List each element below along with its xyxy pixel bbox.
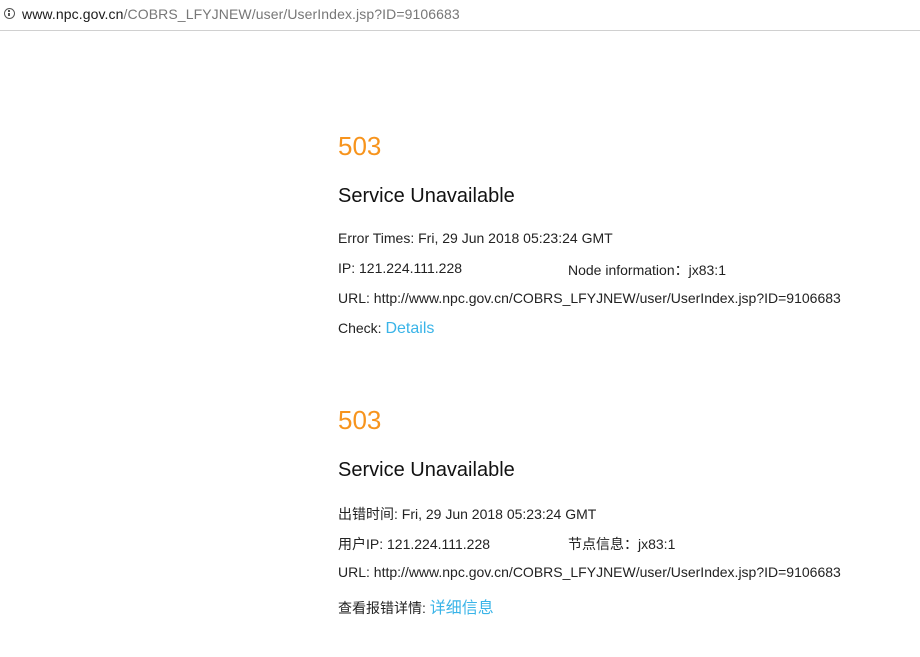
node-value: jx83:1 <box>688 262 726 278</box>
error-title: Service Unavailable <box>338 185 515 207</box>
error-time-label: 出错时间: <box>338 506 398 522</box>
url-host: www.npc.gov.cn <box>22 6 124 22</box>
check-line: 查看报错详情: 详细信息 <box>338 594 494 618</box>
ip-value: 121.224.111.228 <box>387 536 491 552</box>
ip-line: 用户IP: 121.224.111.228 节点信息：jx83:1 <box>338 534 675 554</box>
ip-value: 121.224.111.228 <box>359 260 463 276</box>
node-info: Node information：jx83:1 <box>568 260 726 280</box>
details-link[interactable]: Details <box>385 320 434 337</box>
node-label: Node information： <box>568 262 689 278</box>
check-label: 查看报错详情: <box>338 600 426 616</box>
url-text[interactable]: www.npc.gov.cn/COBRS_LFYJNEW/user/UserIn… <box>22 6 460 22</box>
node-info: 节点信息：jx83:1 <box>568 534 675 554</box>
error-time-line: Error Times: Fri, 29 Jun 2018 05:23:24 G… <box>338 230 613 246</box>
error-time-line: 出错时间: Fri, 29 Jun 2018 05:23:24 GMT <box>338 504 596 524</box>
address-bar[interactable]: www.npc.gov.cn/COBRS_LFYJNEW/user/UserIn… <box>0 0 920 31</box>
node-value: jx83:1 <box>638 536 676 552</box>
error-code: 503 <box>338 405 382 435</box>
url-value: http://www.npc.gov.cn/COBRS_LFYJNEW/user… <box>373 290 841 306</box>
url-label: URL: <box>338 290 370 306</box>
url-line: URL: http://www.npc.gov.cn/COBRS_LFYJNEW… <box>338 564 841 580</box>
ip-label: IP: <box>338 260 356 276</box>
node-label: 节点信息： <box>568 536 638 552</box>
details-link[interactable]: 详细信息 <box>430 600 494 617</box>
check-label: Check: <box>338 320 382 336</box>
url-label: URL: <box>338 564 370 580</box>
ip-label: 用户IP: <box>338 536 384 552</box>
error-time-value: Fri, 29 Jun 2018 05:23:24 GMT <box>418 230 613 246</box>
error-time-label: Error Times: <box>338 230 415 246</box>
check-line: Check: Details <box>338 320 434 338</box>
error-time-value: Fri, 29 Jun 2018 05:23:24 GMT <box>401 506 597 522</box>
error-code: 503 <box>338 131 382 161</box>
url-value: http://www.npc.gov.cn/COBRS_LFYJNEW/user… <box>373 564 841 580</box>
url-path: /COBRS_LFYJNEW/user/UserIndex.jsp?ID=910… <box>123 6 460 22</box>
error-title: Service Unavailable <box>338 459 515 481</box>
ip-line: IP: 121.224.111.228 Node information：jx8… <box>338 260 726 278</box>
info-icon[interactable] <box>4 8 15 19</box>
url-line: URL: http://www.npc.gov.cn/COBRS_LFYJNEW… <box>338 290 841 306</box>
